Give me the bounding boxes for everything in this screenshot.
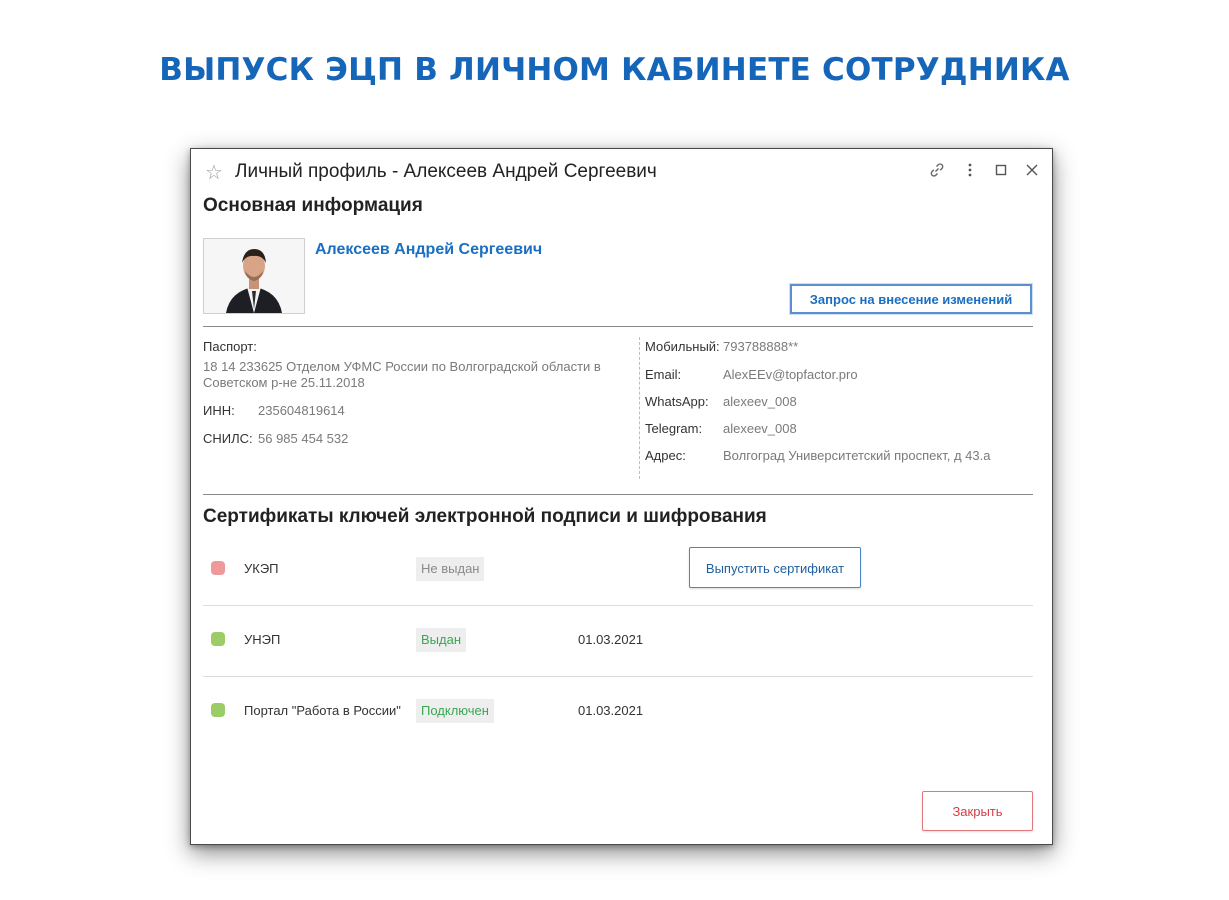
divider [203,494,1033,495]
whatsapp-label: WhatsApp: [645,394,709,409]
window-title: Личный профиль - Алексеев Андрей Сергеев… [235,161,657,182]
request-changes-button[interactable]: Запрос на внесение изменений [790,284,1032,314]
email-value[interactable]: AlexEEv@topfactor.pro [723,367,858,382]
issue-certificate-button[interactable]: Выпустить сертификат [689,547,861,588]
cert-name-portal: Портал "Работа в России" [244,703,401,718]
passport-label: Паспорт: [203,339,257,354]
address-label: Адрес: [645,448,686,463]
certificates-heading: Сертификаты ключей электронной подписи и… [203,506,767,527]
mobile-label: Мобильный: [645,339,720,354]
email-label: Email: [645,367,682,382]
row-divider [203,605,1033,606]
status-dot-unep [211,632,225,646]
mobile-value: 793788888** [723,339,799,354]
link-icon[interactable] [927,159,947,184]
telegram-value: alexeev_008 [723,421,797,436]
cert-name-ukep: УКЭП [244,561,279,576]
whatsapp-value: alexeev_008 [723,394,797,409]
star-icon[interactable]: ☆ [205,160,223,185]
telegram-label: Telegram: [645,421,703,436]
cert-name-unep: УНЭП [244,632,281,647]
snils-value: 56 985 454 532 [258,431,349,446]
employee-photo [203,238,305,314]
status-dot-portal [211,703,225,717]
inn-value: 235604819614 [258,403,345,418]
status-badge-ukep: Не выдан [416,557,485,581]
cert-date-unep: 01.03.2021 [578,632,644,647]
status-badge-portal: Подключен [416,699,494,723]
page-headline: ВЫПУСК ЭЦП В ЛИЧНОМ КАБИНЕТЕ СОТРУДНИКА [159,52,1070,88]
close-button[interactable]: Закрыть [922,791,1033,831]
main-info-heading: Основная информация [203,195,423,216]
employee-name[interactable]: Алексеев Андрей Сергеевич [315,241,542,259]
column-separator [639,337,640,479]
status-badge-unep: Выдан [416,628,467,652]
passport-value: 18 14 233625 Отделом УФМС России по Волг… [203,359,601,390]
close-icon[interactable] [1022,159,1042,184]
cert-date-portal: 01.03.2021 [578,703,644,718]
row-divider [203,676,1033,677]
address-value: Волгоград Университетский проспект, д 43… [723,448,991,463]
inn-label: ИНН: [203,403,235,418]
snils-label: СНИЛС: [203,431,253,446]
profile-window: ☆ Личный профиль - Алексеев Андрей Серге… [190,148,1053,845]
maximize-icon[interactable] [991,159,1011,184]
divider [203,326,1033,327]
status-dot-ukep [211,561,225,575]
more-vertical-icon[interactable] [960,159,980,184]
